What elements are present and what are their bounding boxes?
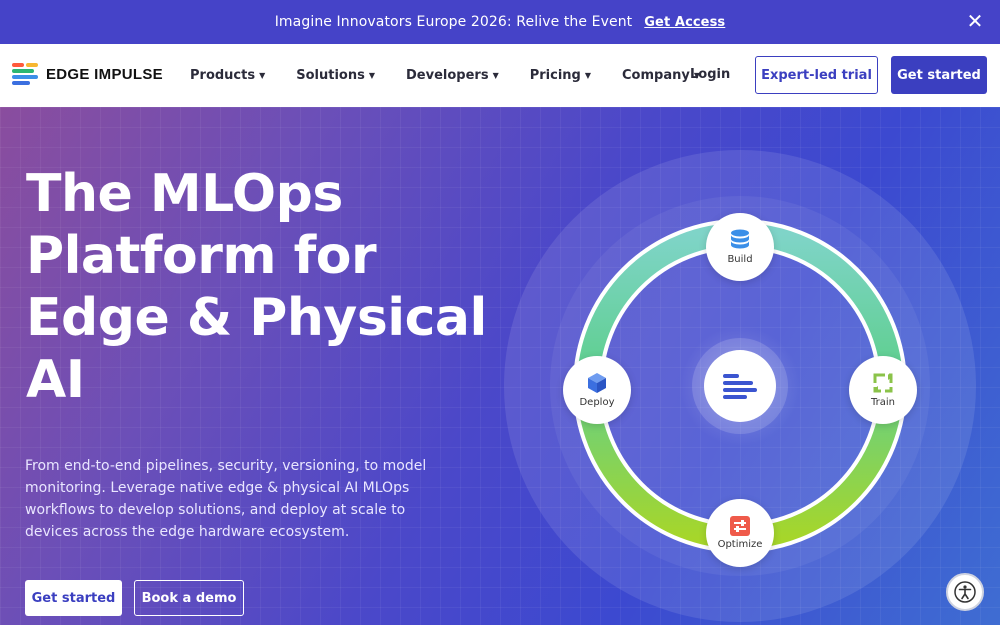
get-access-link[interactable]: Get Access	[644, 15, 725, 30]
hero-get-started-button[interactable]: Get started	[25, 580, 122, 616]
cycle-node-label: Train	[871, 397, 895, 408]
sliders-icon	[730, 516, 750, 536]
announcement-bar: Imagine Innovators Europe 2026: Relive t…	[0, 0, 1000, 44]
chevron-down-icon: ▼	[368, 71, 376, 80]
main-nav: EDGE IMPULSE Products ▼ Solutions ▼ Deve…	[0, 44, 1000, 107]
cycle-center-logo	[704, 350, 776, 422]
cycle-node-optimize[interactable]: Optimize	[706, 499, 774, 567]
logo-mark-icon	[12, 63, 38, 85]
cycle-node-deploy[interactable]: Deploy	[563, 356, 631, 424]
chevron-down-icon: ▼	[584, 71, 592, 80]
logo-text: EDGE IMPULSE	[46, 65, 163, 83]
close-icon[interactable]: ✕	[962, 8, 988, 34]
cycle-node-build[interactable]: Build	[706, 213, 774, 281]
chevron-down-icon: ▼	[259, 71, 266, 80]
cycle-node-label: Optimize	[717, 539, 763, 550]
mlops-cycle-diagram: Build Train Optimize Deploy	[500, 147, 980, 625]
nav-item-pricing[interactable]: Pricing ▼	[530, 68, 591, 83]
nav-item-label: Pricing	[529, 68, 581, 83]
cycle-node-label: Deploy	[579, 397, 615, 408]
nav-item-label: Company	[622, 68, 690, 83]
nav-menu: Products ▼ Solutions ▼ Developers ▼ Pric…	[190, 44, 731, 107]
book-demo-button[interactable]: Book a demo	[134, 580, 244, 616]
nav-item-label: Developers	[406, 68, 489, 83]
accessibility-button[interactable]	[946, 573, 984, 611]
nav-item-label: Solutions	[296, 68, 365, 83]
get-started-button[interactable]: Get started	[891, 56, 987, 94]
hero-headline: The MLOps Platform for Edge & Physical A…	[26, 164, 487, 410]
cycle-node-label: Build	[727, 254, 753, 265]
chevron-down-icon: ▼	[492, 71, 499, 80]
hero-subtext: From end-to-end pipelines, security, ver…	[25, 458, 427, 540]
accessibility-icon	[954, 581, 976, 603]
cube-icon	[588, 373, 606, 393]
nav-item-products[interactable]: Products ▼	[190, 68, 265, 83]
cycle-node-train[interactable]: Train	[849, 356, 917, 424]
nav-item-developers[interactable]: Developers ▼	[406, 68, 499, 83]
announcement-message: Imagine Innovators Europe 2026: Relive t…	[274, 14, 633, 30]
nav-item-solutions[interactable]: Solutions ▼	[296, 68, 375, 83]
logo[interactable]: EDGE IMPULSE	[12, 63, 163, 85]
login-link[interactable]: Login	[690, 67, 730, 82]
database-icon	[731, 229, 749, 249]
expert-trial-button[interactable]: Expert-led trial	[755, 56, 878, 94]
nav-item-company[interactable]: Company ▼	[622, 68, 700, 83]
refresh-icon	[873, 373, 893, 393]
nav-item-label: Products	[190, 68, 256, 83]
hero-section: The MLOps Platform for Edge & Physical A…	[0, 107, 1000, 625]
edge-impulse-logo-icon	[723, 374, 757, 399]
